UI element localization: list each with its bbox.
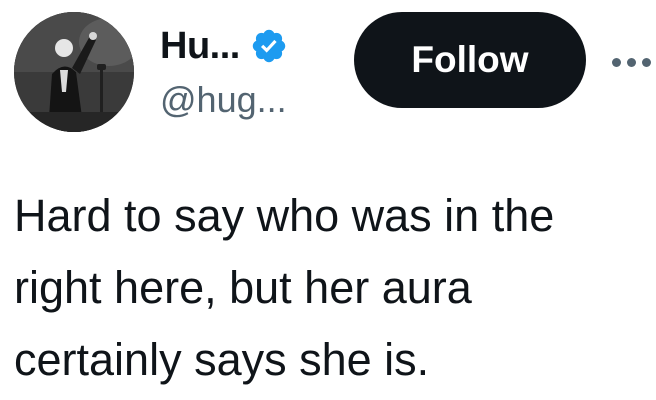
more-options-button[interactable] [612,40,656,84]
avatar[interactable] [14,12,134,132]
more-options-icon [612,57,621,67]
author-name-row: Hu... [160,24,288,68]
tweet-card: Hu... @hug... Follow Hard to say who was… [0,0,656,400]
more-options-dot [642,57,651,67]
verified-badge-icon [252,29,286,63]
author-handle[interactable]: @hug... [160,78,287,122]
follow-button[interactable]: Follow [354,12,586,108]
tweet-text: Hard to say who was in the right here, b… [14,190,555,385]
more-options-dot [627,57,636,67]
avatar-photo-icon [14,12,134,132]
display-name[interactable]: Hu... [160,24,240,68]
